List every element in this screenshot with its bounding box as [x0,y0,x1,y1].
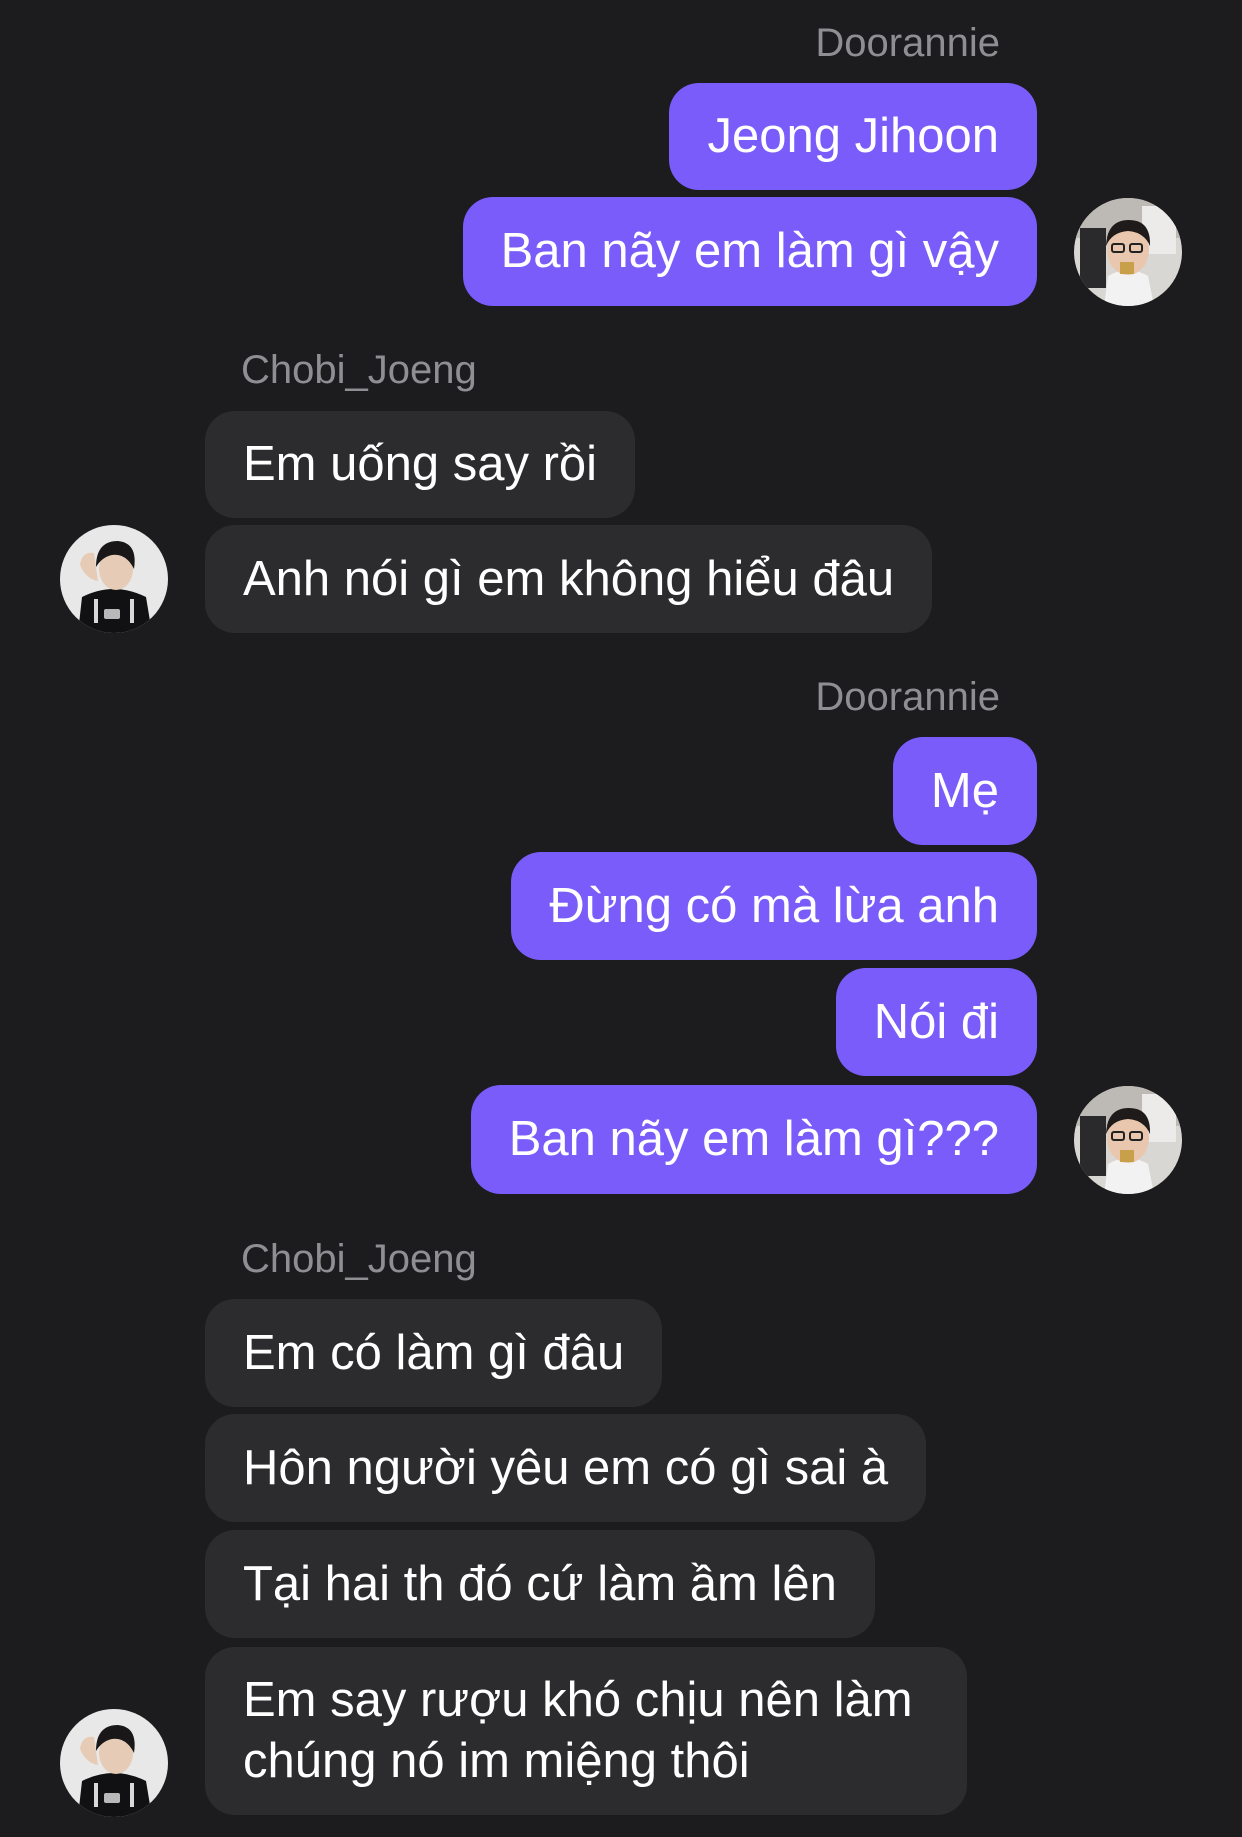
chobi-joeng-avatar[interactable] [60,1709,168,1817]
message-text: Em say rượu khó chịu nên làm chúng nó im… [243,1673,913,1788]
message-text: Nói đi [873,994,999,1049]
message-bubble-incoming[interactable]: Em có làm gì đâu [205,1299,663,1407]
user-avatar-photo-icon [60,525,168,633]
user-avatar-photo-icon [1074,1086,1182,1194]
message-text: Jeong Jihoon [707,109,999,163]
message-text: Anh nói gì em không hiểu đâu [243,551,895,606]
message-bubble-outgoing[interactable]: Nói đi [835,968,1037,1076]
message-text: Em có làm gì đâu [243,1325,625,1380]
sender-name-chobi-joeng: Chobi_Joeng [241,348,477,392]
message-bubble-incoming[interactable]: Em uống say rồi [205,411,636,518]
message-bubble-incoming[interactable]: Hôn người yêu em có gì sai à [205,1414,927,1522]
doorannie-avatar[interactable] [1074,198,1182,306]
message-bubble-incoming[interactable]: Tại hai th đó cứ làm ầm lên [205,1530,875,1638]
message-bubble-outgoing[interactable]: Ban nãy em làm gì??? [470,1085,1037,1194]
message-bubble-incoming[interactable]: Anh nói gì em không hiểu đâu [205,525,933,633]
message-text: Ban nãy em làm gì vậy [500,224,999,278]
user-avatar-photo-icon [1074,198,1182,306]
sender-name-doorannie: Doorannie [815,675,1000,719]
message-text: Ban nãy em làm gì??? [508,1112,999,1166]
message-text: Hôn người yêu em có gì sai à [243,1440,889,1495]
message-bubble-outgoing[interactable]: Mẹ [892,737,1037,845]
message-bubble-incoming[interactable]: Em say rượu khó chịu nên làm chúng nó im… [205,1647,967,1815]
chobi-joeng-avatar[interactable] [60,525,168,633]
user-avatar-photo-icon [60,1709,168,1817]
message-text: Đừng có mà lừa anh [549,878,999,933]
message-text: Mẹ [930,763,999,818]
doorannie-avatar[interactable] [1074,1086,1182,1194]
message-text: Tại hai th đó cứ làm ầm lên [243,1556,837,1611]
message-text: Em uống say rồi [243,437,598,491]
message-bubble-outgoing[interactable]: Ban nãy em làm gì vậy [462,197,1037,306]
message-bubble-outgoing[interactable]: Đừng có mà lừa anh [511,852,1037,960]
message-bubble-outgoing[interactable]: Jeong Jihoon [669,83,1037,190]
sender-name-doorannie: Doorannie [815,21,1000,65]
sender-name-chobi-joeng: Chobi_Joeng [241,1237,477,1281]
